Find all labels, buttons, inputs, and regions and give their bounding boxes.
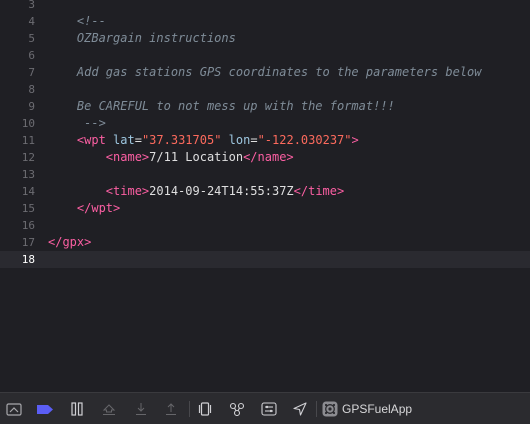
code-line[interactable]: 14 <time>2014-09-24T14:55:37Z</time> (0, 183, 530, 200)
code-line[interactable]: 9 Be CAREFUL to not mess up with the for… (0, 98, 530, 115)
code-text: <name>7/11 Location</name> (48, 149, 294, 166)
step-into-icon[interactable] (132, 401, 150, 417)
code-token: 7/11 Location (149, 150, 244, 164)
code-text: <wpt lat="37.331705" lon="-122.030237"> (48, 132, 359, 149)
code-line[interactable]: 7 Add gas stations GPS coordinates to th… (0, 64, 530, 81)
line-number: 14 (21, 185, 35, 198)
code-token: OZBargain instructions (48, 31, 236, 45)
code-token: > (351, 133, 359, 147)
step-out-icon[interactable] (162, 401, 180, 417)
code-token: "-122.030237" (257, 133, 352, 147)
code-text: --> (48, 115, 106, 132)
code-text: Add gas stations GPS coordinates to the … (48, 64, 482, 81)
simulate-location-icon[interactable] (291, 401, 309, 417)
code-token: Add gas stations GPS coordinates to the … (48, 65, 482, 79)
line-number: 16 (21, 219, 35, 232)
code-token: = (250, 133, 258, 147)
code-line[interactable]: 4 <!-- (0, 13, 530, 30)
line-number: 6 (28, 49, 35, 62)
memory-graph-icon[interactable] (228, 401, 246, 417)
scheme-selector[interactable]: GPSFuelApp (322, 400, 412, 418)
code-line[interactable]: 6 (0, 47, 530, 64)
breakpoints-toggle-icon[interactable] (36, 401, 54, 417)
code-token: <time> (105, 184, 150, 198)
step-over-icon[interactable] (100, 401, 118, 417)
line-number: 11 (21, 134, 35, 147)
code-token: <!-- (48, 14, 106, 28)
code-text: Be CAREFUL to not mess up with the forma… (48, 98, 395, 115)
code-line[interactable]: 16 (0, 217, 530, 234)
code-line[interactable]: 13 (0, 166, 530, 183)
code-line[interactable]: 5 OZBargain instructions (0, 30, 530, 47)
code-token: "37.331705" (141, 133, 222, 147)
line-number: 7 (28, 66, 35, 79)
source-editor[interactable]: 34 <!-- 5 OZBargain instructions 6 7 Add ga… (0, 0, 530, 392)
code-line[interactable]: 3 (0, 0, 530, 13)
code-line[interactable]: 18 (0, 251, 530, 268)
code-text: <time>2014-09-24T14:55:37Z</time> (48, 183, 344, 200)
hide-debug-area-icon[interactable] (5, 401, 23, 417)
code-line[interactable]: 17 </gpx> (0, 234, 530, 251)
line-number: 13 (21, 168, 35, 181)
code-token: = (134, 133, 142, 147)
code-line[interactable]: 10 --> (0, 115, 530, 132)
line-number: 17 (21, 236, 35, 249)
line-number: 5 (28, 32, 35, 45)
line-number: 18 (21, 253, 35, 266)
code-token: lat (105, 133, 135, 147)
line-number: 4 (28, 15, 35, 28)
code-token: --> (48, 116, 106, 130)
line-number: 3 (28, 0, 35, 11)
code-token: lon (221, 133, 251, 147)
code-token: </name> (243, 150, 294, 164)
code-line[interactable]: 15 </wpt> (0, 200, 530, 217)
line-number: 9 (28, 100, 35, 113)
line-number: 10 (21, 117, 35, 130)
app-target-icon (322, 401, 338, 417)
line-number: 15 (21, 202, 35, 215)
environment-overrides-icon[interactable] (260, 401, 278, 417)
line-number: 12 (21, 151, 35, 164)
code-text: <!-- (48, 13, 106, 30)
code-line[interactable]: 8 (0, 81, 530, 98)
scheme-label: GPSFuelApp (342, 402, 413, 416)
pause-icon[interactable] (68, 401, 86, 417)
code-token: <wpt (76, 133, 106, 147)
view-hierarchy-icon[interactable] (196, 401, 214, 417)
code-token: </gpx> (48, 235, 92, 249)
code-token: 2014-09-24T14:55:37Z (149, 184, 294, 198)
code-token: </wpt> (76, 201, 121, 215)
code-text: OZBargain instructions (48, 30, 236, 47)
debug-bar: GPSFuelApp (0, 392, 530, 424)
code-text: </gpx> (48, 234, 91, 251)
code-text: </wpt> (48, 200, 120, 217)
code-line[interactable]: 12 <name>7/11 Location</name> (0, 149, 530, 166)
code-token: </time> (293, 184, 345, 198)
code-token: Be CAREFUL to not mess up with the forma… (48, 99, 395, 113)
code-line[interactable]: 11 <wpt lat="37.331705" lon="-122.030237… (0, 132, 530, 149)
code-token: <name> (105, 150, 150, 164)
line-number: 8 (28, 83, 35, 96)
